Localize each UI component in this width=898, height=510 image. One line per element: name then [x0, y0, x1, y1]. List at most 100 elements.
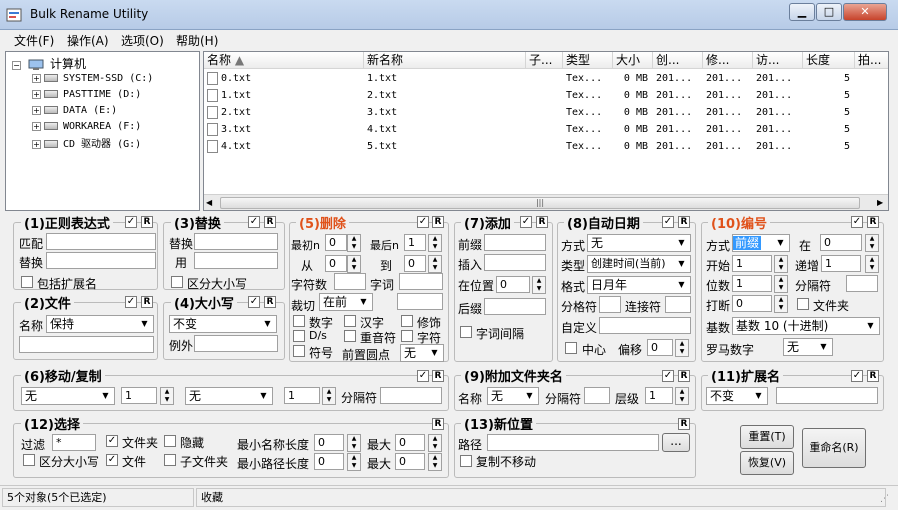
appendfolder-sep-input[interactable] [584, 387, 610, 404]
folder-tree[interactable]: − 计算机 + SYSTEM-SSD (C:) + PASTTIME (D:) + D… [5, 51, 200, 211]
col-subfolder[interactable]: 子... [526, 52, 563, 69]
include-ext-checkbox[interactable] [21, 276, 33, 288]
col-length[interactable]: 长度 [803, 52, 855, 69]
expand-icon[interactable]: + [32, 73, 41, 83]
regex-replace-input[interactable] [46, 252, 156, 269]
rename-button[interactable]: 重命名(R) [802, 428, 866, 468]
hanzi-checkbox[interactable] [344, 315, 356, 327]
date-center-checkbox[interactable] [565, 342, 577, 354]
chars-input[interactable] [334, 273, 366, 290]
num-pad-input[interactable]: 1 [732, 275, 772, 292]
num-sep-input[interactable] [846, 275, 878, 292]
files-checkbox[interactable]: ✓ [106, 454, 118, 466]
max1-spinner[interactable]: ▲ ▼ [428, 434, 442, 452]
max2-input[interactable]: 0 [395, 453, 425, 470]
folders-checkbox[interactable]: ✓ [106, 435, 118, 447]
remove-reset-button[interactable]: R [432, 216, 444, 228]
numbering-reset-button[interactable]: R [867, 216, 879, 228]
file-name-input[interactable] [19, 336, 154, 353]
last-n-input[interactable]: 1 [404, 234, 426, 251]
copy-not-move-checkbox[interactable] [460, 455, 472, 467]
num-pad-spinner[interactable]: ▲ ▼ [774, 275, 788, 293]
appendfolder-levels-input[interactable]: 1 [645, 387, 673, 404]
menu-help[interactable]: 帮助(H) [176, 32, 218, 49]
accents-checkbox[interactable] [344, 330, 356, 342]
num-mode-select[interactable]: 前缀 ▼ [732, 234, 790, 252]
appendfolder-reset-button[interactable]: R [678, 370, 690, 382]
date-offset-spinner[interactable]: ▲ ▼ [675, 339, 689, 357]
autodate-enable-checkbox[interactable]: ✓ [662, 216, 674, 228]
from-spinner[interactable]: ▲ ▼ [347, 255, 361, 273]
at-pos-spinner[interactable]: ▲ ▼ [532, 276, 546, 294]
first-n-input[interactable]: 0 [325, 234, 347, 251]
symbols-checkbox[interactable] [293, 345, 305, 357]
from-input[interactable]: 0 [325, 255, 347, 272]
insert-input[interactable] [484, 254, 546, 271]
crop-select[interactable]: 在前 ▼ [319, 293, 373, 311]
scroll-thumb[interactable]: ||| [220, 197, 860, 209]
movecopy-spinner-1[interactable]: ▲ ▼ [160, 387, 174, 405]
num-at-input[interactable]: 0 [820, 234, 862, 251]
browse-button[interactable]: ... [662, 433, 690, 452]
num-roman-select[interactable]: 无 ▼ [783, 338, 833, 356]
expand-icon[interactable]: + [32, 139, 41, 149]
col-newname[interactable]: 新名称 [364, 52, 526, 69]
file-enable-checkbox[interactable]: ✓ [125, 296, 137, 308]
last-n-spinner[interactable]: ▲ ▼ [428, 234, 442, 252]
num-base-select[interactable]: 基数 10 (十进制) ▼ [732, 317, 880, 335]
min-path-spinner[interactable]: ▲ ▼ [347, 453, 361, 471]
hidden-checkbox[interactable] [164, 435, 176, 447]
movecopy-sep-input[interactable] [380, 387, 442, 404]
first-n-spinner[interactable]: ▲ ▼ [347, 234, 361, 252]
with-input[interactable] [194, 252, 278, 269]
movecopy-select-2[interactable]: 无 ▼ [185, 387, 273, 405]
num-incr-spinner[interactable]: ▲ ▼ [865, 255, 879, 273]
table-row[interactable]: 4.txt 5.txt Tex... 0 MB 201... 201... 201... 5 [204, 138, 888, 155]
movecopy-num-1[interactable]: 1 [121, 387, 157, 404]
date-offset-input[interactable]: 0 [647, 339, 673, 356]
col-modified[interactable]: 修... [703, 52, 753, 69]
reset-button[interactable]: 重置(T) [740, 425, 794, 449]
min-name-input[interactable]: 0 [314, 434, 344, 451]
extension-reset-button[interactable]: R [867, 370, 879, 382]
num-break-input[interactable]: 0 [732, 295, 772, 312]
expand-icon[interactable]: + [32, 89, 41, 99]
digits-checkbox[interactable] [293, 315, 305, 327]
resize-grip-icon[interactable]: ⋰ [880, 494, 889, 504]
tree-drive[interactable]: + PASTTIME (D:) [32, 87, 141, 103]
max1-input[interactable]: 0 [395, 434, 425, 451]
collapse-icon[interactable]: − [12, 60, 21, 70]
case-enable-checkbox[interactable]: ✓ [248, 296, 260, 308]
num-start-input[interactable]: 1 [732, 255, 772, 272]
case-select[interactable]: 不变 ▼ [169, 315, 277, 333]
tree-drive[interactable]: + WORKAREA (F:) [32, 119, 141, 135]
menu-action[interactable]: 操作(A) [67, 32, 109, 49]
crop-input[interactable] [397, 293, 443, 310]
appendfolder-enable-checkbox[interactable]: ✓ [662, 370, 674, 382]
date-custom-input[interactable] [599, 317, 691, 334]
close-button[interactable]: ✕ [843, 3, 887, 21]
table-row[interactable]: 1.txt 2.txt Tex... 0 MB 201... 201... 201... 5 [204, 87, 888, 104]
table-row[interactable]: 3.txt 4.txt Tex... 0 MB 201... 201... 201... 5 [204, 121, 888, 138]
min-name-spinner[interactable]: ▲ ▼ [347, 434, 361, 452]
movecopy-enable-checkbox[interactable]: ✓ [417, 370, 429, 382]
remove-enable-checkbox[interactable]: ✓ [417, 216, 429, 228]
tree-drive[interactable]: + SYSTEM-SSD (C:) [32, 71, 153, 87]
replace-input[interactable] [194, 233, 278, 250]
tree-computer[interactable]: − 计算机 [12, 55, 86, 71]
add-enable-checkbox[interactable]: ✓ [520, 216, 532, 228]
col-size[interactable]: 大小 [613, 52, 653, 69]
revert-button[interactable]: 恢复(V) [740, 451, 794, 475]
movecopy-spinner-2[interactable]: ▲ ▼ [322, 387, 336, 405]
appendfolder-name-select[interactable]: 无 ▼ [487, 387, 539, 405]
movecopy-reset-button[interactable]: R [432, 370, 444, 382]
table-row[interactable]: 2.txt 3.txt Tex... 0 MB 201... 201... 201... 5 [204, 104, 888, 121]
selection-reset-button[interactable]: R [432, 418, 444, 430]
menu-file[interactable]: 文件(F) [14, 32, 54, 49]
autodate-reset-button[interactable]: R [678, 216, 690, 228]
minimize-button[interactable]: ▁ [789, 3, 815, 21]
regex-reset-button[interactable]: R [141, 216, 153, 228]
extension-select[interactable]: 不变 ▼ [706, 387, 768, 405]
appendfolder-levels-spinner[interactable]: ▲ ▼ [675, 387, 689, 405]
to-input[interactable]: 0 [404, 255, 426, 272]
